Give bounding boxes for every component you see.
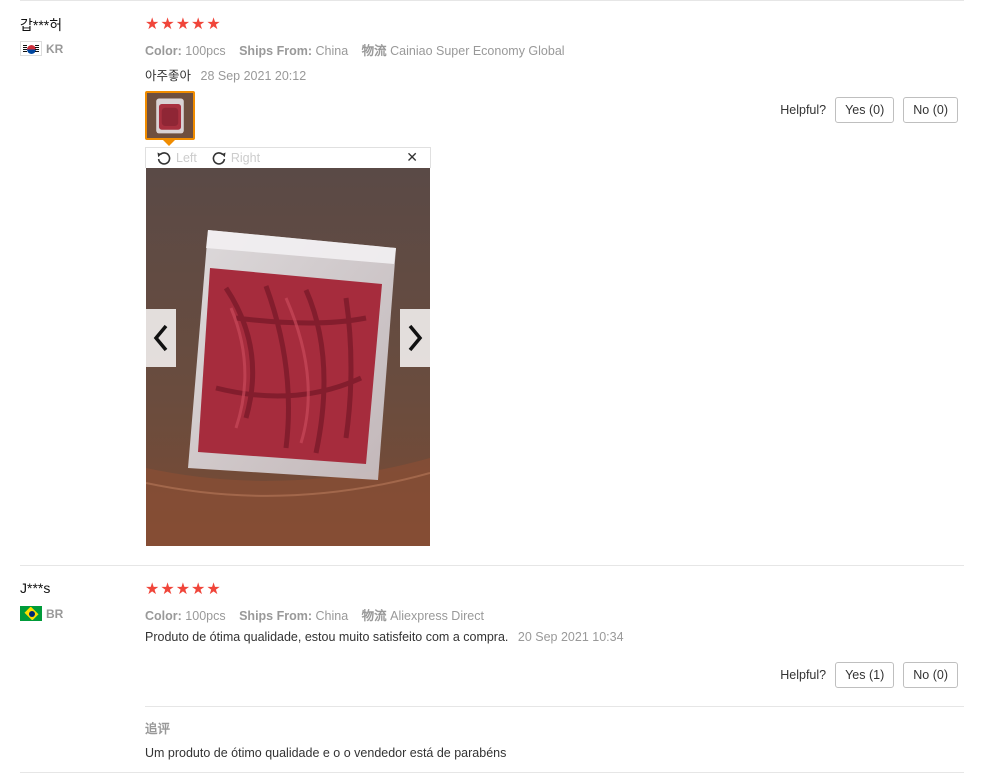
ships-from-value: China xyxy=(315,609,349,623)
reviewer-name: J***s xyxy=(20,580,51,596)
review-comment: 아주좋아 28 Sep 2021 20:12 xyxy=(145,65,306,84)
helpful-vote: Helpful? Yes (0) No (0) xyxy=(780,97,958,123)
close-icon[interactable]: ✕ xyxy=(406,149,418,166)
order-info: Color: 100pcs Ships From: China 物流 Caini… xyxy=(145,40,565,59)
order-info: Color: 100pcs Ships From: China 物流 Aliex… xyxy=(145,605,484,624)
color-label: Color: xyxy=(145,609,182,623)
rotate-left-button[interactable]: Left xyxy=(156,150,197,166)
logistics-value: Aliexpress Direct xyxy=(390,609,484,623)
top-divider xyxy=(20,0,964,1)
rotate-left-icon xyxy=(157,152,171,165)
logistics-label: 物流 xyxy=(361,609,387,623)
rotate-right-label: Right xyxy=(230,151,261,165)
reviewer-country: BR xyxy=(20,606,63,621)
helpful-yes-button[interactable]: Yes (1) xyxy=(835,662,895,688)
logistics-value: Cainiao Super Economy Global xyxy=(390,44,565,58)
star-icon: ★ xyxy=(160,581,175,598)
review-photo-thumbnail[interactable] xyxy=(145,91,195,140)
star-icon: ★ xyxy=(145,16,160,33)
helpful-no-button[interactable]: No (0) xyxy=(903,97,958,123)
star-icon: ★ xyxy=(206,581,221,598)
comment-text: Produto de ótima qualidade, estou muito … xyxy=(145,630,509,644)
chevron-left-icon xyxy=(153,324,168,352)
rotate-right-icon xyxy=(212,152,226,165)
chevron-right-icon xyxy=(408,324,423,352)
review-date: 20 Sep 2021 10:34 xyxy=(517,630,624,644)
review-photo-large xyxy=(146,168,430,546)
color-label: Color: xyxy=(145,44,182,58)
photo-viewer-toolbar: Left Right ✕ xyxy=(145,147,431,168)
followup-label: 追评 xyxy=(145,722,171,736)
flag-kr-icon xyxy=(20,41,42,56)
review-date: 28 Sep 2021 20:12 xyxy=(200,69,307,83)
followup-divider xyxy=(145,706,964,707)
rotate-right-button[interactable]: Right xyxy=(211,150,260,166)
ships-from-label: Ships From: xyxy=(239,44,313,58)
previous-photo-button[interactable] xyxy=(146,309,176,367)
reviewer-name: 갑***허 xyxy=(20,17,63,33)
ships-from-value: China xyxy=(315,44,349,58)
next-photo-button[interactable] xyxy=(400,309,430,367)
logistics-label: 物流 xyxy=(361,44,387,58)
followup-text: Um produto de ótimo qualidade e o o vend… xyxy=(145,746,507,760)
star-icon: ★ xyxy=(145,581,160,598)
star-icon: ★ xyxy=(160,16,175,33)
helpful-yes-button[interactable]: Yes (0) xyxy=(835,97,895,123)
bottom-divider xyxy=(20,772,964,773)
star-icon: ★ xyxy=(191,581,206,598)
helpful-no-button[interactable]: No (0) xyxy=(903,662,958,688)
thumbnail-pointer xyxy=(163,140,175,146)
ships-from-label: Ships From: xyxy=(239,609,313,623)
review-divider xyxy=(20,565,964,566)
star-icon: ★ xyxy=(191,16,206,33)
color-value: 100pcs xyxy=(185,609,226,623)
reviewer-country: KR xyxy=(20,41,63,56)
review-comment: Produto de ótima qualidade, estou muito … xyxy=(145,630,624,644)
star-rating: ★ ★ ★ ★ ★ xyxy=(145,579,221,599)
star-rating: ★ ★ ★ ★ ★ xyxy=(145,14,221,34)
comment-text: 아주좋아 xyxy=(145,69,192,83)
helpful-label: Helpful? xyxy=(780,668,827,682)
star-icon: ★ xyxy=(206,16,221,33)
country-code: BR xyxy=(46,606,64,621)
star-icon: ★ xyxy=(175,581,191,598)
country-code: KR xyxy=(46,41,64,56)
helpful-vote: Helpful? Yes (1) No (0) xyxy=(780,662,958,688)
star-icon: ★ xyxy=(175,16,191,33)
rotate-left-label: Left xyxy=(176,151,197,165)
color-value: 100pcs xyxy=(185,44,226,58)
helpful-label: Helpful? xyxy=(780,103,827,117)
flag-br-icon xyxy=(20,606,42,621)
